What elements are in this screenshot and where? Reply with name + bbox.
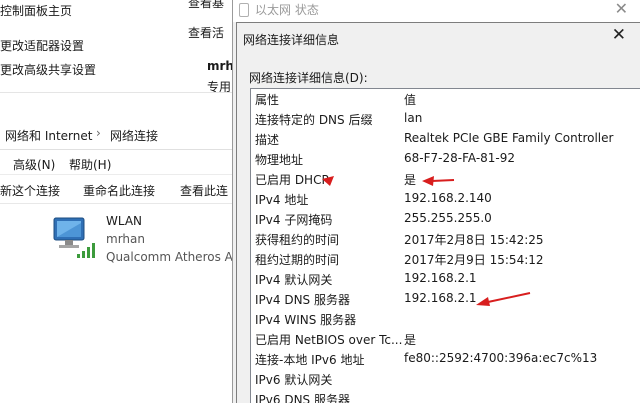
property-name: 租约过期的时间 xyxy=(255,253,340,267)
close-icon[interactable]: ✕ xyxy=(612,25,626,45)
property-name: 已启用 NetBIOS over Tc... xyxy=(255,333,403,347)
list-row[interactable]: 物理地址 68-F7-28-FA-81-92 xyxy=(251,149,640,169)
list-header: 属性 值 xyxy=(251,89,640,109)
list-row[interactable]: 已启用 NetBIOS over Tc... 是 xyxy=(251,329,640,349)
property-name: 描述 xyxy=(255,133,280,147)
menu-bar: 高级(N) 帮助(H) xyxy=(0,151,240,175)
property-value: 2017年2月8日 15:42:25 xyxy=(404,233,544,247)
property-value: 是 xyxy=(404,173,417,187)
network-details-dialog: 网络连接详细信息 ✕ 网络连接详细信息(D): 属性 值 连接特定的 DNS 后… xyxy=(236,22,640,403)
menu-help[interactable]: 帮助(H) xyxy=(69,156,111,173)
property-name: IPv4 WINS 服务器 xyxy=(255,313,357,327)
view-active-fragment: 查看活 xyxy=(188,26,225,40)
control-panel-home-link[interactable]: 控制面板主页 xyxy=(0,2,72,19)
breadcrumb-network-connections[interactable]: 网络连接 xyxy=(110,127,158,144)
toolbar-rename-button[interactable]: 重命名此连接 xyxy=(83,182,155,199)
adapter-name: WLAN xyxy=(106,214,143,228)
network-name-fragment: mrh xyxy=(207,59,234,73)
list-row[interactable]: 连接-本地 IPv6 地址 fe80::2592:4700:396a:ec7c%… xyxy=(251,349,640,369)
wlan-adapter-icon[interactable] xyxy=(52,214,100,260)
list-row[interactable]: IPv4 默认网关 192.168.2.1 xyxy=(251,269,640,289)
property-value: 192.168.2.1 xyxy=(404,271,477,285)
details-list[interactable]: 属性 值 连接特定的 DNS 后缀 lan 描述 Realtek PCIe GB… xyxy=(250,88,640,403)
breadcrumb-separator: › xyxy=(96,126,101,140)
list-row[interactable]: IPv4 DNS 服务器 192.168.2.1 xyxy=(251,289,640,309)
toolbar: 新这个连接 重命名此连接 查看此连 xyxy=(0,176,240,204)
breadcrumb-network-internet[interactable]: 网络和 Internet xyxy=(5,127,92,144)
toolbar-connect-button[interactable]: 新这个连接 xyxy=(0,182,60,199)
property-name: 物理地址 xyxy=(255,153,304,167)
property-value: 2017年2月9日 15:54:12 xyxy=(404,253,544,267)
close-icon[interactable]: ✕ xyxy=(615,0,628,18)
dhcp-annotation-arrow xyxy=(322,176,334,186)
property-value: fe80::2592:4700:396a:ec7c%13 xyxy=(404,351,598,365)
change-adapter-settings-link[interactable]: 更改适配器设置 xyxy=(0,37,84,54)
list-row[interactable]: IPv4 地址 192.168.2.140 xyxy=(251,189,640,209)
network-adapter-icon xyxy=(239,3,249,17)
status-window-title: 以太网 状态 xyxy=(255,3,319,17)
property-value: 68-F7-28-FA-81-92 xyxy=(404,151,516,165)
column-header-value[interactable]: 值 xyxy=(404,91,416,108)
property-name: IPv4 默认网关 xyxy=(255,273,333,287)
details-list-label: 网络连接详细信息(D): xyxy=(249,71,368,85)
list-row[interactable]: 获得租约的时间 2017年2月8日 15:42:25 xyxy=(251,229,640,249)
property-value: 255.255.255.0 xyxy=(404,211,492,225)
toolbar-view-status-button[interactable]: 查看此连 xyxy=(180,182,228,199)
property-name: IPv4 DNS 服务器 xyxy=(255,293,350,307)
list-row[interactable]: IPv6 DNS 服务器 xyxy=(251,389,640,403)
property-name: IPv6 DNS 服务器 xyxy=(255,393,350,403)
list-row[interactable]: 租约过期的时间 2017年2月9日 15:54:12 xyxy=(251,249,640,269)
dhcp-value-arrow xyxy=(422,176,455,186)
property-name: 连接-本地 IPv6 地址 xyxy=(255,353,365,367)
list-row[interactable]: IPv4 子网掩码 255.255.255.0 xyxy=(251,209,640,229)
adapter-network: mrhan xyxy=(106,232,145,246)
property-name: 连接特定的 DNS 后缀 xyxy=(255,113,373,127)
status-title-bar: 以太网 状态 ✕ xyxy=(233,0,640,22)
property-value: lan xyxy=(404,111,423,125)
property-name: 已启用 DHCP xyxy=(255,173,329,187)
dialog-title: 网络连接详细信息 xyxy=(243,33,340,47)
view-basic-info-fragment: 查看基 xyxy=(188,0,225,10)
property-name: IPv4 子网掩码 xyxy=(255,213,333,227)
list-row[interactable]: IPv4 WINS 服务器 xyxy=(251,309,640,329)
property-value: 192.168.2.140 xyxy=(404,191,492,205)
column-header-property[interactable]: 属性 xyxy=(255,91,279,108)
dns-annotation-arrow xyxy=(476,292,531,306)
menu-advanced[interactable]: 高级(N) xyxy=(13,156,55,173)
list-row[interactable]: 连接特定的 DNS 后缀 lan xyxy=(251,109,640,129)
change-sharing-settings-link[interactable]: 更改高级共享设置 xyxy=(0,61,96,78)
list-row[interactable]: 描述 Realtek PCIe GBE Family Controller xyxy=(251,129,640,149)
property-value: Realtek PCIe GBE Family Controller xyxy=(404,131,614,145)
adapter-device: Qualcomm Atheros AR xyxy=(106,250,242,264)
address-bar[interactable]: 网络和 Internet › 网络连接 xyxy=(0,120,240,150)
property-name: IPv6 默认网关 xyxy=(255,373,333,387)
list-row[interactable]: IPv6 默认网关 xyxy=(251,369,640,389)
property-value: 192.168.2.1 xyxy=(404,291,477,305)
property-name: 获得租约的时间 xyxy=(255,233,340,247)
property-name: IPv4 地址 xyxy=(255,193,309,207)
sidebar-divider xyxy=(0,92,240,93)
property-value: 是 xyxy=(404,333,417,347)
